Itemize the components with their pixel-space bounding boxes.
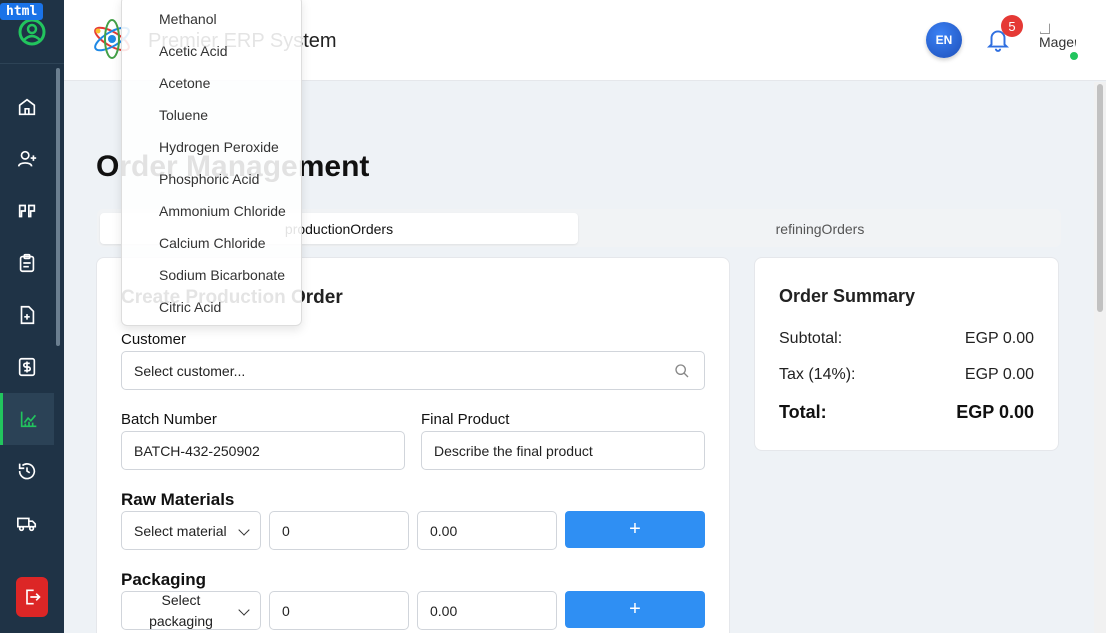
online-status-dot xyxy=(1068,50,1080,62)
dropdown-option[interactable]: Toluene xyxy=(159,107,208,123)
summary-title: Order Summary xyxy=(779,286,916,306)
batch-number-input[interactable]: BATCH-432-250902 xyxy=(121,431,405,470)
material-select[interactable]: Select material xyxy=(121,511,261,550)
packaging-select[interactable]: Select packaging xyxy=(121,591,261,630)
add-material-button[interactable]: + xyxy=(565,511,705,548)
tax-row: Tax (14%): EGP 0.00 xyxy=(779,366,1034,384)
history-icon xyxy=(18,463,36,480)
customer-label: Customer xyxy=(121,331,187,348)
total-label: Total: xyxy=(779,402,827,422)
logout-button[interactable] xyxy=(16,577,48,617)
sidebar-item-home[interactable] xyxy=(0,81,54,133)
language-button[interactable]: EN xyxy=(926,22,962,58)
dropdown-option[interactable]: Calcium Chloride xyxy=(159,235,266,251)
chevron-down-icon xyxy=(238,604,250,616)
dropdown-option[interactable]: Acetic Acid xyxy=(159,43,227,59)
main-scrollbar-thumb[interactable] xyxy=(1097,84,1103,312)
dropdown-option[interactable]: Hydrogen Peroxide xyxy=(159,139,279,155)
packaging-select-value: Select packaging xyxy=(149,591,213,629)
customer-placeholder: Select customer... xyxy=(134,362,246,379)
sidebar-item-invoices[interactable] xyxy=(0,289,54,341)
tab-refining-orders[interactable]: refiningOrders xyxy=(581,213,1059,244)
sidebar-item-add-user[interactable] xyxy=(0,133,54,185)
sidebar-item-production[interactable] xyxy=(0,393,54,445)
add-packaging-button[interactable]: + xyxy=(565,591,705,628)
sidebar xyxy=(0,0,64,633)
search-icon xyxy=(675,364,689,378)
dropdown-option[interactable]: Phosphoric Acid xyxy=(159,171,259,187)
material-price-input[interactable]: 0.00 xyxy=(417,511,557,550)
material-select-value: Select material xyxy=(134,522,227,539)
chevron-down-icon xyxy=(238,524,250,536)
brand-logo-icon xyxy=(18,18,46,45)
material-dropdown-menu: Methanol Acetic Acid Acetone Toluene Hyd… xyxy=(121,0,302,326)
batch-number-label: Batch Number xyxy=(121,411,217,428)
sidebar-item-history[interactable] xyxy=(0,445,54,497)
sidebar-item-shipping[interactable] xyxy=(0,497,54,549)
packaging-price-input[interactable]: 0.00 xyxy=(417,591,557,630)
final-product-label: Final Product xyxy=(421,411,510,428)
final-product-input[interactable]: Describe the final product xyxy=(421,431,705,470)
subtotal-label: Subtotal: xyxy=(779,330,843,347)
customer-search-input[interactable]: Select customer... xyxy=(121,351,705,390)
clipboard-icon xyxy=(19,253,35,273)
html-badge: html xyxy=(0,3,44,20)
truck-icon xyxy=(17,517,37,532)
main-scrollbar[interactable] xyxy=(1094,82,1106,633)
avatar-alt-text: Mager xyxy=(1039,34,1076,50)
notification-count-badge: 5 xyxy=(1001,15,1023,37)
subtotal-value: EGP 0.00 xyxy=(964,330,1034,347)
add-user-icon xyxy=(17,150,37,167)
total-value: EGP 0.00 xyxy=(956,402,1034,422)
dropdown-option[interactable]: Ammonium Chloride xyxy=(159,203,286,219)
home-icon xyxy=(18,98,36,116)
tax-value: EGP 0.00 xyxy=(964,366,1034,383)
dropdown-option[interactable]: Sodium Bicarbonate xyxy=(159,267,285,283)
dropdown-option[interactable]: Methanol xyxy=(159,11,217,27)
broken-image-icon xyxy=(1040,22,1050,34)
material-quantity-input[interactable]: 0 xyxy=(269,511,409,550)
sidebar-scrollbar[interactable] xyxy=(56,68,60,346)
chart-icon xyxy=(20,411,36,428)
sidebar-item-finance[interactable] xyxy=(0,341,54,393)
subtotal-row: Subtotal: EGP 0.00 xyxy=(779,330,1034,348)
sidebar-item-orders[interactable] xyxy=(0,237,54,289)
order-summary-card: Order Summary Subtotal: EGP 0.00 Tax (14… xyxy=(754,257,1059,451)
packaging-quantity-input[interactable]: 0 xyxy=(269,591,409,630)
sidebar-item-quotes[interactable] xyxy=(0,185,54,237)
total-row: Total: EGP 0.00 xyxy=(779,402,1034,423)
quote-icon xyxy=(18,204,36,218)
packaging-label: Packaging xyxy=(121,570,207,589)
dollar-icon xyxy=(18,357,36,377)
logout-icon xyxy=(26,589,41,605)
raw-materials-label: Raw Materials xyxy=(121,490,235,509)
dropdown-option[interactable]: Citric Acid xyxy=(159,299,221,315)
dropdown-option[interactable]: Acetone xyxy=(159,75,210,91)
tax-label: Tax (14%): xyxy=(779,366,856,383)
file-plus-icon xyxy=(20,305,35,325)
